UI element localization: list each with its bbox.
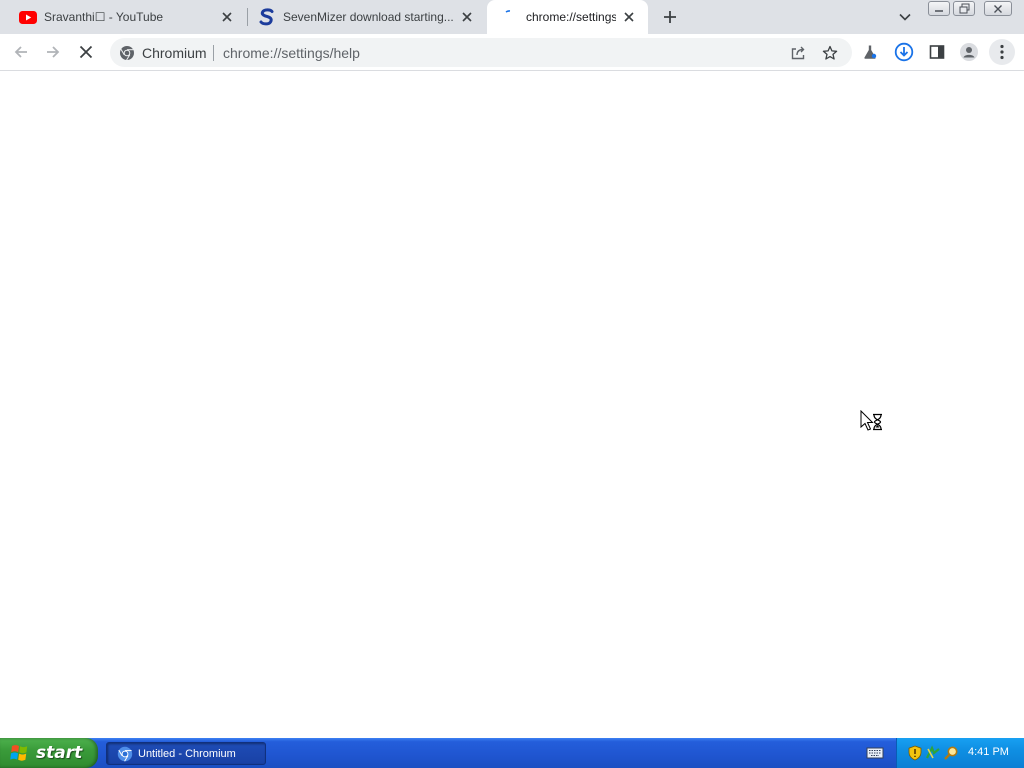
downloads-button[interactable] [891, 39, 917, 65]
forward-icon [47, 46, 60, 58]
security-shield-icon[interactable] [907, 745, 923, 761]
bookmark-star-icon [822, 45, 838, 60]
side-panel-button[interactable] [924, 39, 950, 65]
close-window-button[interactable] [984, 1, 1012, 16]
taskbar: start Untitled - Chromium 4:41 PM [0, 738, 1024, 768]
network-icon[interactable] [925, 745, 941, 761]
close-icon[interactable] [218, 8, 236, 26]
profile-button[interactable] [956, 39, 982, 65]
minimize-icon [935, 9, 943, 12]
sevenmizer-icon [258, 8, 276, 26]
profile-icon [960, 43, 978, 61]
omnibox-divider [213, 45, 214, 61]
page-content [0, 72, 1024, 738]
restore-icon [959, 3, 969, 14]
browser-toolbar: Chromium chrome://settings/help [0, 34, 1024, 71]
chevron-down-icon [899, 13, 911, 21]
loading-icon [501, 8, 519, 26]
tab-sevenmizer[interactable]: SevenMizer download starting... [248, 0, 486, 34]
labs-flask-icon [864, 45, 877, 59]
plus-icon [664, 11, 676, 23]
tab-search-button[interactable] [894, 6, 916, 28]
taskbar-item-chromium[interactable]: Untitled - Chromium [106, 742, 266, 765]
minimize-button[interactable] [928, 1, 950, 16]
restore-button[interactable] [953, 1, 975, 16]
taskbar-item-label: Untitled - Chromium [138, 747, 236, 760]
omnibox[interactable]: Chromium chrome://settings/help [110, 38, 852, 67]
close-icon[interactable] [620, 8, 638, 26]
url-text[interactable]: chrome://settings/help [223, 45, 360, 61]
tab-settings-help[interactable]: chrome://settings/help [487, 0, 648, 34]
bookmark-button[interactable] [818, 41, 842, 65]
start-button[interactable]: start [0, 738, 98, 768]
youtube-icon [19, 8, 37, 26]
stop-icon [79, 45, 93, 59]
forward-button[interactable] [40, 39, 66, 65]
tab-strip: Sravanthi☐ - YouTube SevenMizer download… [0, 0, 1024, 34]
start-label: start [36, 743, 83, 763]
tab-youtube[interactable]: Sravanthi☐ - YouTube [0, 0, 246, 34]
download-icon [894, 42, 914, 62]
tab-title: Sravanthi☐ - YouTube [44, 10, 164, 24]
back-button[interactable] [8, 39, 34, 65]
windows-flag-icon [10, 743, 30, 763]
stop-loading-button[interactable] [73, 39, 99, 65]
share-button[interactable] [786, 41, 810, 65]
menu-icon [1000, 44, 1004, 60]
share-icon [791, 46, 805, 60]
chromium-icon [117, 746, 133, 762]
side-panel-icon [929, 45, 945, 59]
keyboard-icon[interactable] [866, 745, 884, 761]
labs-button[interactable] [857, 39, 883, 65]
close-icon[interactable] [458, 8, 476, 26]
chromium-icon[interactable] [118, 44, 135, 61]
search-icon[interactable] [943, 745, 959, 761]
busy-cursor-icon [860, 410, 882, 431]
close-icon [994, 4, 1002, 13]
system-tray: 4:41 PM [896, 738, 1024, 768]
clock: 4:41 PM [968, 746, 1009, 758]
tab-title: SevenMizer download starting... [283, 10, 454, 24]
menu-button[interactable] [989, 39, 1015, 65]
new-tab-button[interactable] [659, 6, 681, 28]
back-icon [14, 46, 27, 58]
site-chip[interactable]: Chromium [142, 45, 207, 61]
tab-title: chrome://settings/help [526, 10, 616, 24]
